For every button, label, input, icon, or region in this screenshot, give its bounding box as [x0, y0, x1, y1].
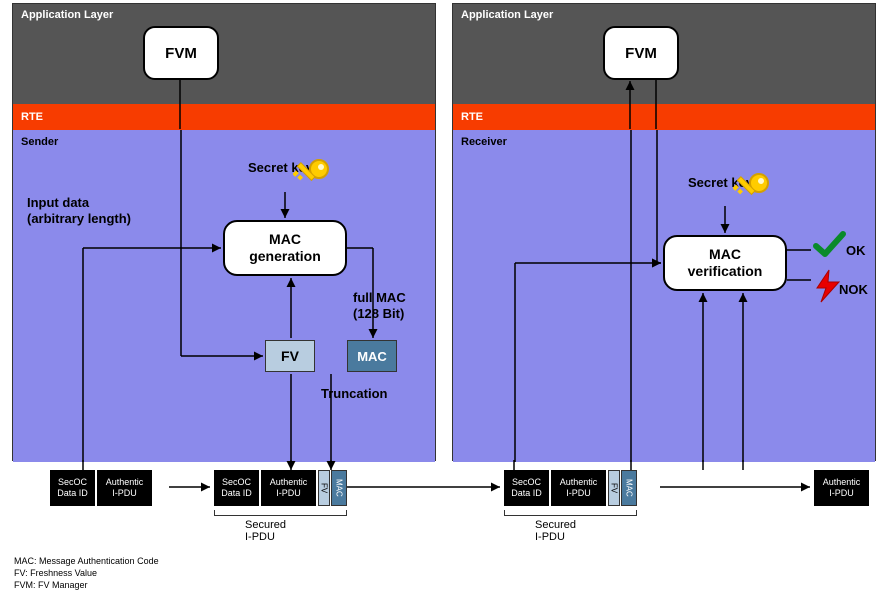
receiver-main: Receiver Secret key K MAC verification O…	[453, 130, 875, 462]
legend-2: FV: Freshness Value	[14, 567, 159, 579]
bolt-icon	[813, 268, 843, 304]
key-icon	[293, 158, 331, 196]
truncation-label: Truncation	[321, 386, 387, 402]
rte-label-r: RTE	[461, 111, 483, 123]
secoc-blk-3: SecOC Data ID	[504, 470, 549, 506]
fvm-box-left: FVM	[143, 26, 219, 80]
app-layer-label: Application Layer	[21, 9, 113, 21]
fvm-label: FVM	[165, 45, 197, 62]
sender-label: Sender	[21, 136, 58, 148]
input-data-label: Input data (arbitrary length)	[27, 195, 131, 228]
secured-lbl-l: Secured I-PDU	[245, 519, 286, 543]
auth-lbl: Authentic I-PDU	[106, 477, 144, 499]
secoc-blk-2: SecOC Data ID	[214, 470, 259, 506]
ok-label: OK	[846, 243, 866, 259]
mac-generation-box: MAC generation	[223, 220, 347, 276]
fv-label: FV	[281, 348, 299, 364]
bracket-r	[504, 510, 637, 516]
receiver-panel: Application Layer FVM RTE Receiver Secre…	[452, 3, 876, 461]
auth-blk-out: Authentic I-PDU	[814, 470, 869, 506]
tiny-mac-r: MAC	[621, 470, 637, 506]
sender-panel: Application Layer FVM RTE Sender Input d…	[12, 3, 436, 461]
tiny-mac-l: MAC	[331, 470, 347, 506]
app-layer-left: Application Layer FVM	[13, 4, 435, 104]
bracket-l	[214, 510, 347, 516]
mac-gen-label: MAC generation	[249, 231, 321, 266]
app-layer-right: Application Layer FVM	[453, 4, 875, 104]
mac-label: MAC	[357, 349, 387, 364]
legend-3: FVM: FV Manager	[14, 579, 159, 591]
full-mac-label: full MAC (128 Bit)	[353, 290, 406, 323]
rte-label: RTE	[21, 111, 43, 123]
mac-verification-box: MAC verification	[663, 235, 787, 291]
nok-label: NOK	[839, 282, 868, 298]
fv-box: FV	[265, 340, 315, 372]
auth-blk-1: Authentic I-PDU	[97, 470, 152, 506]
rte-right: RTE	[453, 104, 875, 130]
legend: MAC: Message Authentication Code FV: Fre…	[14, 555, 159, 591]
auth-blk-3: Authentic I-PDU	[551, 470, 606, 506]
secured-lbl-r: Secured I-PDU	[535, 519, 576, 543]
receiver-label: Receiver	[461, 136, 507, 148]
secoc-blk-1: SecOC Data ID	[50, 470, 95, 506]
legend-1: MAC: Message Authentication Code	[14, 555, 159, 567]
auth-blk-2: Authentic I-PDU	[261, 470, 316, 506]
app-layer-label-r: Application Layer	[461, 9, 553, 21]
rte-left: RTE	[13, 104, 435, 130]
tiny-fv-l: FV	[318, 470, 330, 506]
mac-ver-label: MAC verification	[688, 246, 763, 281]
mac-box: MAC	[347, 340, 397, 372]
tiny-fv-r: FV	[608, 470, 620, 506]
check-icon	[813, 230, 847, 260]
fvm-box-right: FVM	[603, 26, 679, 80]
fvm-label-r: FVM	[625, 45, 657, 62]
secoc-lbl: SecOC Data ID	[57, 477, 88, 499]
sender-main: Sender Input data (arbitrary length) Sec…	[13, 130, 435, 462]
key-icon-r	[733, 172, 771, 210]
